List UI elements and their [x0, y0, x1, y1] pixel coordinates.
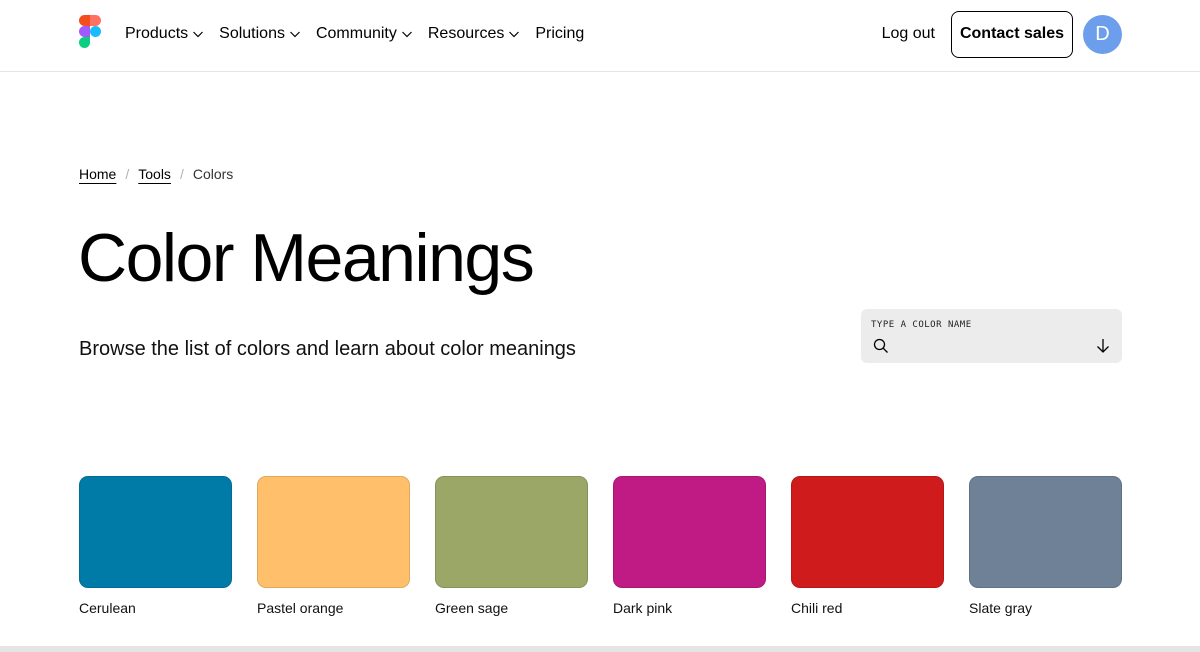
swatch-name: Cerulean [79, 600, 136, 616]
nav-label: Solutions [219, 25, 285, 42]
avatar[interactable]: D [1083, 14, 1122, 54]
nav-resources[interactable]: Resources [428, 25, 520, 43]
page-subtitle: Browse the list of colors and learn abou… [79, 338, 576, 360]
color-chip[interactable] [79, 476, 232, 588]
color-chip[interactable] [613, 476, 766, 588]
swatch-cerulean[interactable]: Cerulean [79, 476, 232, 616]
swatch-slate-gray[interactable]: Slate gray [969, 476, 1122, 616]
nav-solutions[interactable]: Solutions [219, 25, 301, 43]
color-swatch-list: Cerulean Pastel orange Green sage Dark p… [79, 476, 1122, 616]
page-bottom-divider [0, 646, 1200, 652]
header-actions: Log out Contact sales D [882, 10, 1122, 58]
nav-label: Resources [427, 25, 505, 42]
breadcrumb-current: Colors [192, 166, 234, 182]
chevron-down-icon [401, 31, 412, 38]
nav-products[interactable]: Products [125, 25, 204, 43]
search-icon [873, 338, 888, 353]
breadcrumb: Home / Tools / Colors [79, 166, 233, 182]
nav-pricing[interactable]: Pricing [535, 25, 584, 43]
nav-label: Pricing [535, 25, 585, 42]
breadcrumb-home[interactable]: Home [79, 166, 116, 182]
search-label: TYPE A COLOR NAME [871, 320, 972, 330]
page-title: Color Meanings [78, 220, 535, 296]
color-chip[interactable] [791, 476, 944, 588]
swatch-name: Chili red [791, 600, 843, 616]
swatch-dark-pink[interactable]: Dark pink [613, 476, 766, 616]
swatch-name: Slate gray [969, 600, 1033, 616]
chevron-down-icon [290, 31, 300, 38]
swatch-pastel-orange[interactable]: Pastel orange [257, 476, 410, 616]
logout-link[interactable]: Log out [882, 25, 935, 43]
color-chip[interactable] [435, 476, 588, 588]
swatch-chili-red[interactable]: Chili red [791, 476, 944, 616]
main-nav: Products Solutions Community Resources P… [125, 0, 599, 68]
color-chip[interactable] [969, 476, 1122, 588]
contact-sales-button[interactable]: Contact sales [951, 10, 1073, 58]
swatch-green-sage[interactable]: Green sage [435, 476, 588, 616]
chevron-down-icon [509, 31, 520, 38]
color-chip[interactable] [257, 476, 410, 588]
site-header: Products Solutions Community Resources P… [0, 0, 1200, 72]
nav-community[interactable]: Community [316, 25, 413, 43]
arrow-down-icon[interactable] [1096, 337, 1110, 355]
swatch-name: Dark pink [613, 600, 673, 616]
swatch-name: Green sage [435, 600, 509, 616]
swatch-name: Pastel orange [257, 600, 344, 616]
figma-logo-icon[interactable] [79, 15, 101, 51]
nav-label: Products [125, 25, 189, 42]
color-search[interactable]: TYPE A COLOR NAME [861, 309, 1122, 363]
search-input[interactable] [895, 337, 1085, 355]
nav-label: Community [315, 25, 397, 42]
breadcrumb-separator: / [125, 166, 130, 182]
breadcrumb-tools[interactable]: Tools [138, 166, 171, 182]
breadcrumb-separator: / [179, 166, 184, 182]
chevron-down-icon [193, 31, 204, 38]
